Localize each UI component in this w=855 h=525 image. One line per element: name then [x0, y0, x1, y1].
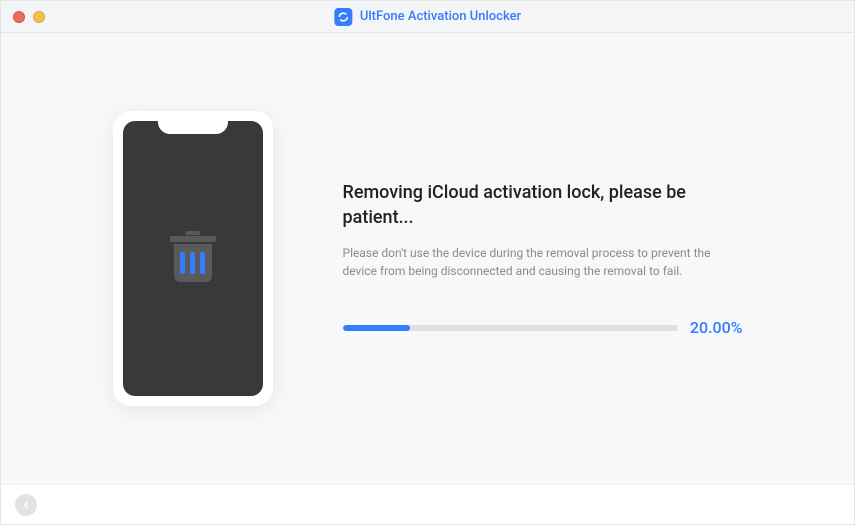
device-illustration-card — [113, 111, 273, 406]
back-button[interactable] — [15, 494, 37, 516]
progress-percent-label: 20.00% — [690, 318, 743, 337]
info-panel: Removing iCloud activation lock, please … — [343, 180, 743, 337]
status-heading: Removing iCloud activation lock, please … — [343, 180, 743, 230]
phone-body — [123, 121, 263, 396]
minimize-window-button[interactable] — [33, 11, 45, 23]
app-logo-icon — [334, 8, 352, 26]
progress-bar-fill — [343, 325, 410, 331]
status-subtext: Please don't use the device during the r… — [343, 244, 743, 280]
title-center: UltFone Activation Unlocker — [334, 8, 521, 26]
progress-bar — [343, 325, 678, 331]
progress-row: 20.00% — [343, 318, 743, 337]
close-window-button[interactable] — [13, 11, 25, 23]
content-area: Removing iCloud activation lock, please … — [1, 33, 854, 484]
app-title: UltFone Activation Unlocker — [360, 9, 521, 24]
phone-notch — [158, 120, 228, 134]
footer-bar — [1, 484, 854, 524]
titlebar: UltFone Activation Unlocker — [1, 1, 854, 33]
window-controls — [13, 11, 45, 23]
trash-icon — [170, 236, 216, 282]
